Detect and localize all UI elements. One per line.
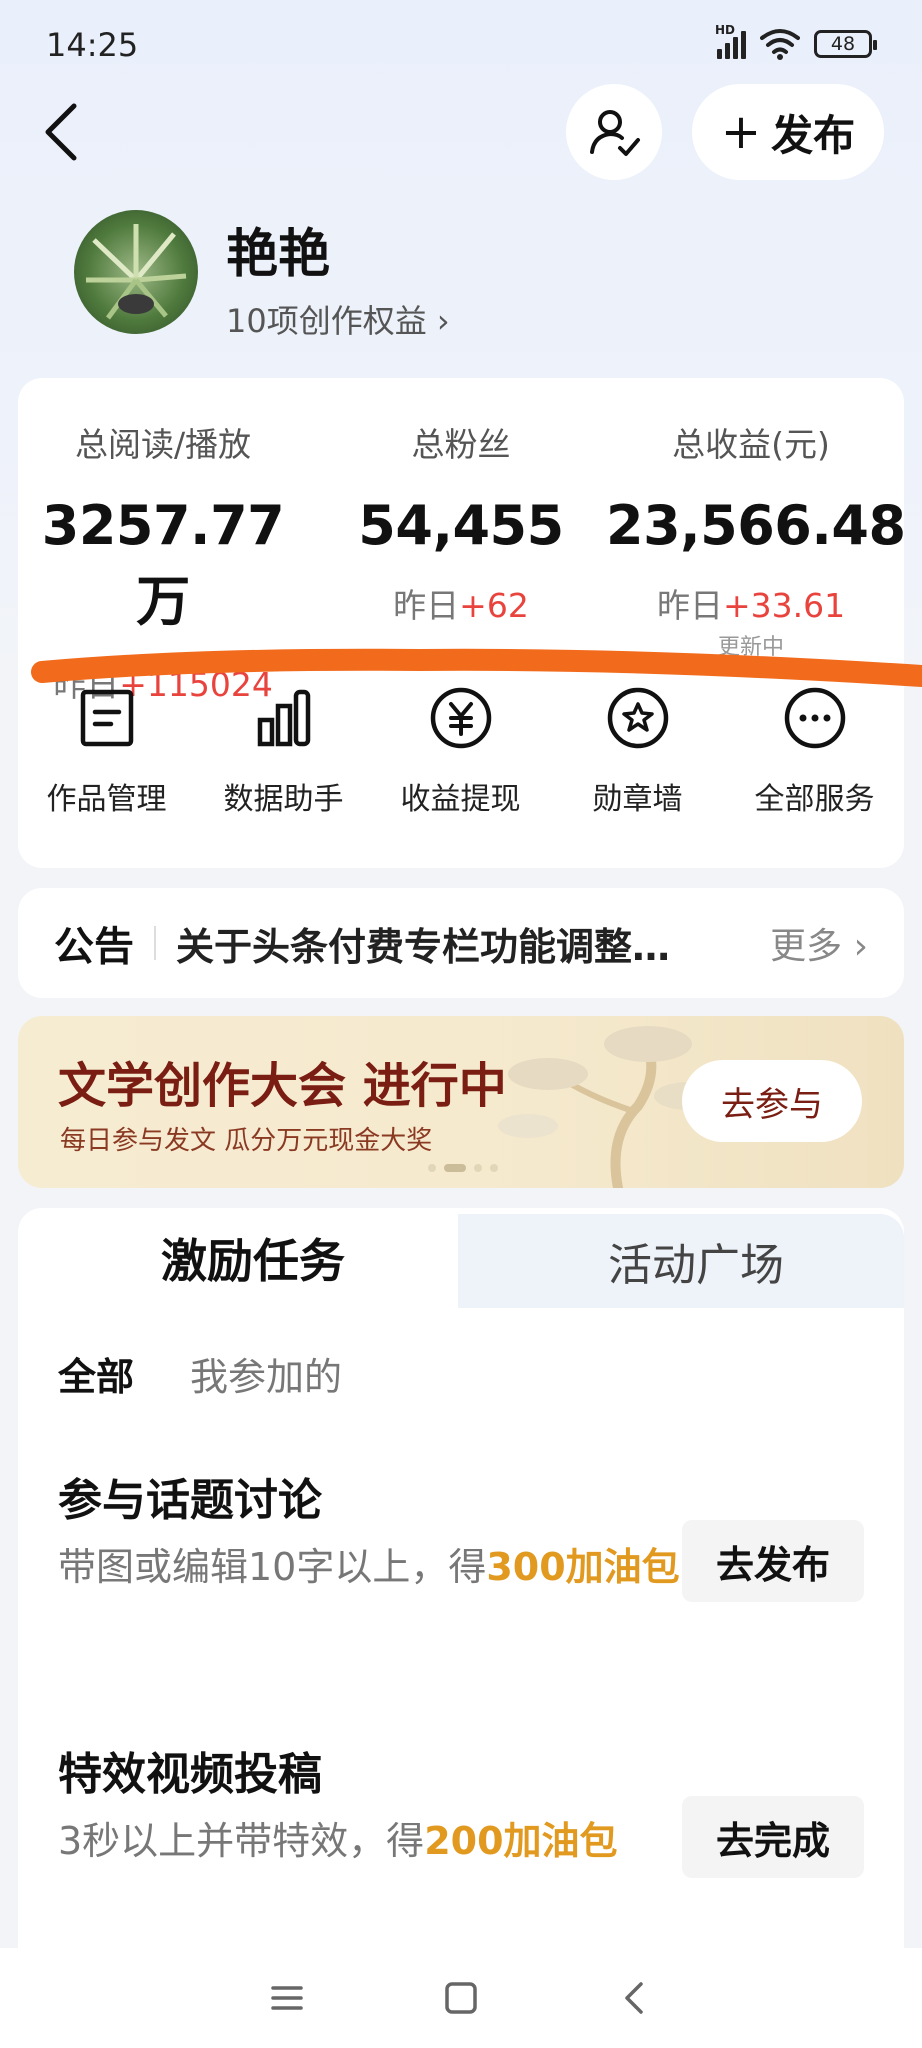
task-publish-button[interactable]: 去发布 (682, 1520, 864, 1602)
join-event-button[interactable]: 去参与 (682, 1060, 862, 1142)
chevron-left-icon (45, 103, 77, 161)
username: 艳艳 (226, 225, 331, 285)
stat-label: 总收益(元) (672, 425, 830, 464)
yuan-icon (430, 687, 491, 749)
status-icons: HD 48 (715, 23, 877, 60)
service-withdraw[interactable]: 收益提现 (372, 686, 549, 856)
task-description: 带图或编辑10字以上，得300加油包 (58, 1545, 680, 1589)
service-label: 收益提现 (400, 782, 521, 817)
home-icon[interactable] (441, 1978, 481, 2018)
user-check-icon (590, 110, 640, 156)
stat-value: 3257.77万 (41, 494, 285, 633)
announcement-bar[interactable]: 公告 关于头条付费专栏功能调整… 更多 › (18, 888, 904, 998)
service-medal-wall[interactable]: 勋章墙 (549, 686, 726, 856)
stat-change: 昨日+33.61 (656, 586, 846, 625)
creator-rights-link[interactable]: 10项创作权益 › (226, 296, 450, 342)
announcement-title: 公告 (54, 924, 134, 970)
avatar[interactable] (74, 210, 198, 334)
service-label: 全部服务 (754, 782, 875, 817)
filter-joined[interactable]: 我参加的 (190, 1346, 342, 1401)
document-icon (80, 689, 133, 747)
user-follow-button[interactable] (566, 84, 662, 180)
more-icon (784, 687, 845, 749)
avatar-plant-image (86, 224, 187, 320)
stat-fans[interactable]: 总粉丝 54,455 昨日+62 (316, 418, 606, 627)
stat-value: 23,566.48 (606, 494, 906, 557)
tasks-card: 激励任务 活动广场 全部 我参加的 参与话题讨论 带图或编辑10字以上，得300… (18, 1208, 904, 1948)
service-label: 数据助手 (223, 782, 344, 817)
service-data-assistant[interactable]: 数据助手 (195, 686, 372, 856)
tab-activity-square[interactable]: 活动广场 (488, 1214, 904, 1308)
stat-income[interactable]: 总收益(元) 23,566.48 昨日+33.61 更新中 (606, 418, 906, 661)
bar-chart-icon (257, 689, 310, 747)
task-description: 3秒以上并带特效，得200加油包 (58, 1819, 618, 1863)
plus-icon: + (720, 104, 762, 160)
stat-label: 总阅读/播放 (74, 425, 252, 464)
system-nav-bar (0, 1948, 922, 2048)
publish-label: 发布 (771, 110, 856, 160)
event-banner[interactable]: 文学创作大会 进行中 每日参与发文 瓜分万元现金大奖 去参与 (18, 1016, 904, 1188)
back-nav-icon[interactable] (615, 1978, 655, 2018)
task-reward: 300加油包 (486, 1545, 680, 1589)
medal-icon (607, 687, 668, 749)
filter-all[interactable]: 全部 (58, 1346, 134, 1401)
service-all[interactable]: 全部服务 (726, 686, 903, 856)
service-works-management[interactable]: 作品管理 (18, 686, 195, 856)
banner-title: 文学创作大会 进行中 (58, 1058, 507, 1114)
announcement-more-link[interactable]: 更多 › (770, 917, 868, 969)
divider (154, 926, 156, 960)
service-label: 勋章墙 (592, 782, 683, 817)
wifi-icon (760, 29, 800, 60)
task-reward: 200加油包 (424, 1819, 618, 1863)
stat-change: 昨日+62 (393, 586, 529, 625)
announcement-text[interactable]: 关于头条付费专栏功能调整… (176, 916, 770, 971)
task-title: 参与话题讨论 (58, 1475, 322, 1526)
back-button[interactable] (34, 96, 94, 168)
status-bar: 14:25 HD 48 (0, 0, 922, 90)
publish-button[interactable]: + 发布 (692, 84, 884, 180)
banner-subtitle: 每日参与发文 瓜分万元现金大奖 (60, 1126, 433, 1156)
carousel-indicator (428, 1164, 498, 1172)
stat-value: 54,455 (358, 494, 564, 557)
battery-level: 48 (830, 33, 856, 55)
battery-icon: 48 (814, 30, 877, 58)
task-title: 特效视频投稿 (58, 1749, 322, 1800)
service-label: 作品管理 (46, 782, 167, 817)
menu-icon[interactable] (267, 1978, 307, 2018)
network-type: HD (715, 23, 736, 37)
tab-incentive-tasks[interactable]: 激励任务 (18, 1208, 488, 1308)
signal-icon: HD (715, 23, 746, 59)
services-row: 作品管理 数据助手 收益提现 勋章墙 全部服务 (18, 686, 904, 856)
task-complete-button[interactable]: 去完成 (682, 1796, 864, 1878)
stat-label: 总粉丝 (411, 425, 511, 464)
status-time: 14:25 (46, 26, 139, 64)
